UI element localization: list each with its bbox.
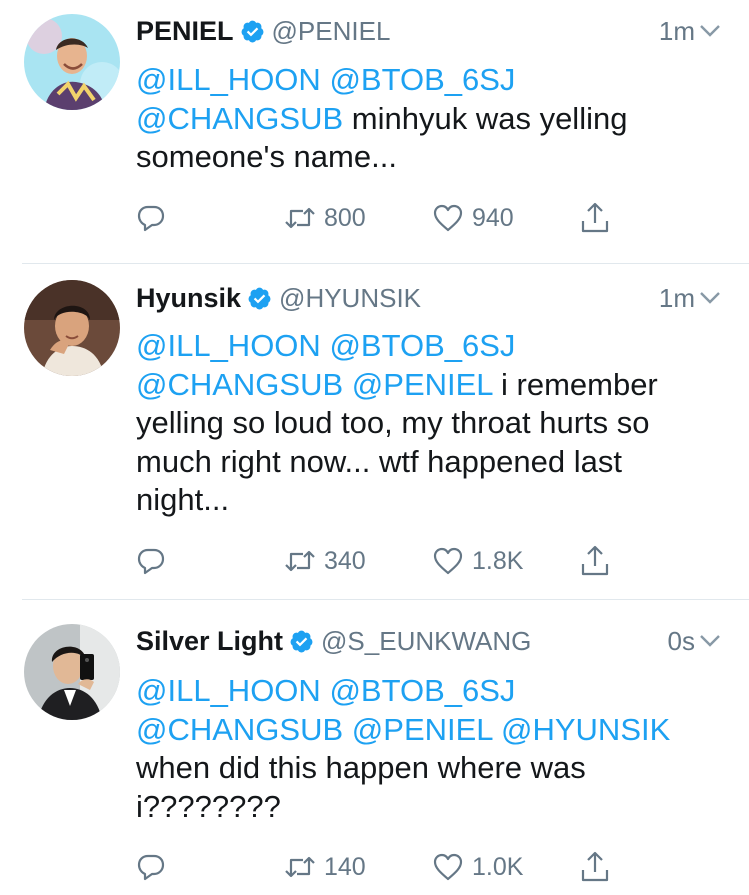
- user-handle[interactable]: @PENIEL: [272, 16, 391, 47]
- share-button[interactable]: [579, 198, 611, 238]
- retweet-button[interactable]: 800: [284, 198, 366, 238]
- tweet-actions: 800 940: [136, 198, 636, 238]
- mention-link[interactable]: @PENIEL: [352, 367, 493, 402]
- mention-link[interactable]: @BTOB_6SJ: [329, 328, 515, 363]
- tweet-text-fragment: [492, 712, 501, 747]
- tweet-text-line: i????????: [136, 788, 709, 827]
- tweet-text-fragment: yelling so loud too, my throat hurts so: [136, 405, 650, 440]
- tweet[interactable]: PENIEL @PENIEL 1m @ILL_HOON @BTOB_6SJ @CH…: [0, 0, 749, 264]
- share-icon: [581, 545, 609, 576]
- share-button[interactable]: [579, 847, 611, 887]
- user-handle[interactable]: @HYUNSIK: [279, 283, 421, 314]
- mention-link[interactable]: @ILL_HOON: [136, 328, 321, 363]
- avatar[interactable]: [24, 624, 120, 720]
- reply-icon: [137, 854, 165, 881]
- like-button[interactable]: 1.8K: [432, 541, 523, 581]
- tweet-text: @ILL_HOON @BTOB_6SJ @CHANGSUB minhyuk was…: [136, 61, 709, 177]
- reply-button[interactable]: [136, 198, 166, 238]
- retweet-button[interactable]: 340: [284, 541, 366, 581]
- tweet-text-fragment: minhyuk was yelling: [343, 100, 628, 136]
- reply-icon: [137, 205, 165, 232]
- avatar[interactable]: [24, 280, 120, 376]
- tweet-text-line: night...: [136, 481, 709, 520]
- like-count: 1.8K: [472, 546, 524, 575]
- tweet-text-fragment: [343, 712, 352, 747]
- mention-link[interactable]: @BTOB_6SJ: [329, 62, 515, 97]
- tweet-text: @ILL_HOON @BTOB_6SJ @CHANGSUB @PENIEL i r…: [136, 327, 709, 520]
- tweet-text-fragment: i remember: [492, 366, 658, 402]
- like-count: 1.0K: [472, 852, 524, 881]
- mention-link[interactable]: @ILL_HOON: [136, 673, 321, 708]
- tweet-text-line: much right now... wtf happened last: [136, 443, 709, 482]
- tweet-text-line: @CHANGSUB @PENIEL i remember: [136, 366, 709, 405]
- tweet[interactable]: Hyunsik @HYUNSIK 1m @ILL_HOON @BTOB_6SJ @…: [0, 264, 749, 600]
- mention-link[interactable]: @CHANGSUB: [136, 367, 343, 402]
- tweet-text: @ILL_HOON @BTOB_6SJ @CHANGSUB @PENIEL @HY…: [136, 672, 709, 826]
- reply-button[interactable]: [136, 541, 166, 581]
- verified-badge-icon: [240, 19, 265, 44]
- tweet[interactable]: Silver Light @S_EUNKWANG 0s @ILL_HOON @B…: [0, 600, 749, 895]
- tweet-text-fragment: when did this happen where was: [136, 750, 586, 785]
- heart-icon: [433, 547, 463, 575]
- mention-link[interactable]: @BTOB_6SJ: [329, 673, 515, 708]
- tweet-actions: 340 1.8K: [136, 541, 636, 581]
- retweet-icon: [285, 550, 315, 572]
- mention-link[interactable]: @PENIEL: [352, 712, 493, 747]
- timestamp[interactable]: 0s: [668, 626, 695, 657]
- like-count: 940: [472, 203, 514, 232]
- share-button[interactable]: [579, 541, 611, 581]
- tweet-text-fragment: [343, 367, 352, 402]
- retweet-count: 140: [324, 852, 366, 881]
- share-icon: [581, 851, 609, 882]
- chevron-down-icon[interactable]: [699, 291, 721, 305]
- retweet-icon: [285, 207, 315, 229]
- tweet-header: Hyunsik @HYUNSIK 1m: [136, 280, 721, 316]
- user-handle[interactable]: @S_EUNKWANG: [321, 626, 531, 657]
- tweet-header: Silver Light @S_EUNKWANG 0s: [136, 623, 721, 659]
- retweet-button[interactable]: 140: [284, 847, 366, 887]
- avatar[interactable]: [24, 14, 120, 110]
- tweet-text-line: @ILL_HOON @BTOB_6SJ: [136, 61, 709, 100]
- mention-link[interactable]: @CHANGSUB: [136, 712, 343, 747]
- retweet-icon: [285, 856, 315, 878]
- timestamp[interactable]: 1m: [659, 16, 695, 47]
- tweet-text-line: @CHANGSUB @PENIEL @HYUNSIK: [136, 711, 709, 750]
- tweet-text-line: yelling so loud too, my throat hurts so: [136, 404, 709, 443]
- tweet-text-fragment: i????????: [136, 788, 281, 824]
- share-icon: [581, 202, 609, 233]
- tweet-actions: 140 1.0K: [136, 847, 636, 887]
- timestamp[interactable]: 1m: [659, 283, 695, 314]
- tweet-text-fragment: much right now... wtf happened last: [136, 443, 622, 479]
- tweet-text-line: @CHANGSUB minhyuk was yelling: [136, 100, 709, 139]
- chevron-down-icon[interactable]: [699, 24, 721, 38]
- reply-button[interactable]: [136, 847, 166, 887]
- tweet-header: PENIEL @PENIEL 1m: [136, 13, 721, 49]
- mention-link[interactable]: @ILL_HOON: [136, 62, 321, 97]
- tweet-timeline: PENIEL @PENIEL 1m @ILL_HOON @BTOB_6SJ @CH…: [0, 0, 749, 895]
- tweet-text-fragment: someone's name...: [136, 139, 397, 174]
- tweet-text-line: when did this happen where was: [136, 749, 709, 788]
- heart-icon: [433, 853, 463, 881]
- mention-link[interactable]: @CHANGSUB: [136, 101, 343, 136]
- display-name[interactable]: PENIEL: [136, 16, 234, 47]
- chevron-down-icon[interactable]: [699, 634, 721, 648]
- heart-icon: [433, 204, 463, 232]
- like-button[interactable]: 940: [432, 198, 514, 238]
- tweet-text-fragment: night...: [136, 482, 230, 517]
- display-name[interactable]: Silver Light: [136, 626, 283, 657]
- tweet-text-line: @ILL_HOON @BTOB_6SJ: [136, 327, 709, 366]
- display-name[interactable]: Hyunsik: [136, 283, 241, 314]
- like-button[interactable]: 1.0K: [432, 847, 523, 887]
- verified-badge-icon: [289, 629, 314, 654]
- reply-icon: [137, 548, 165, 575]
- verified-badge-icon: [247, 286, 272, 311]
- tweet-text-line: @ILL_HOON @BTOB_6SJ: [136, 672, 709, 711]
- retweet-count: 800: [324, 203, 366, 232]
- tweet-text-line: someone's name...: [136, 138, 709, 177]
- mention-link[interactable]: @HYUNSIK: [501, 712, 670, 747]
- retweet-count: 340: [324, 546, 366, 575]
